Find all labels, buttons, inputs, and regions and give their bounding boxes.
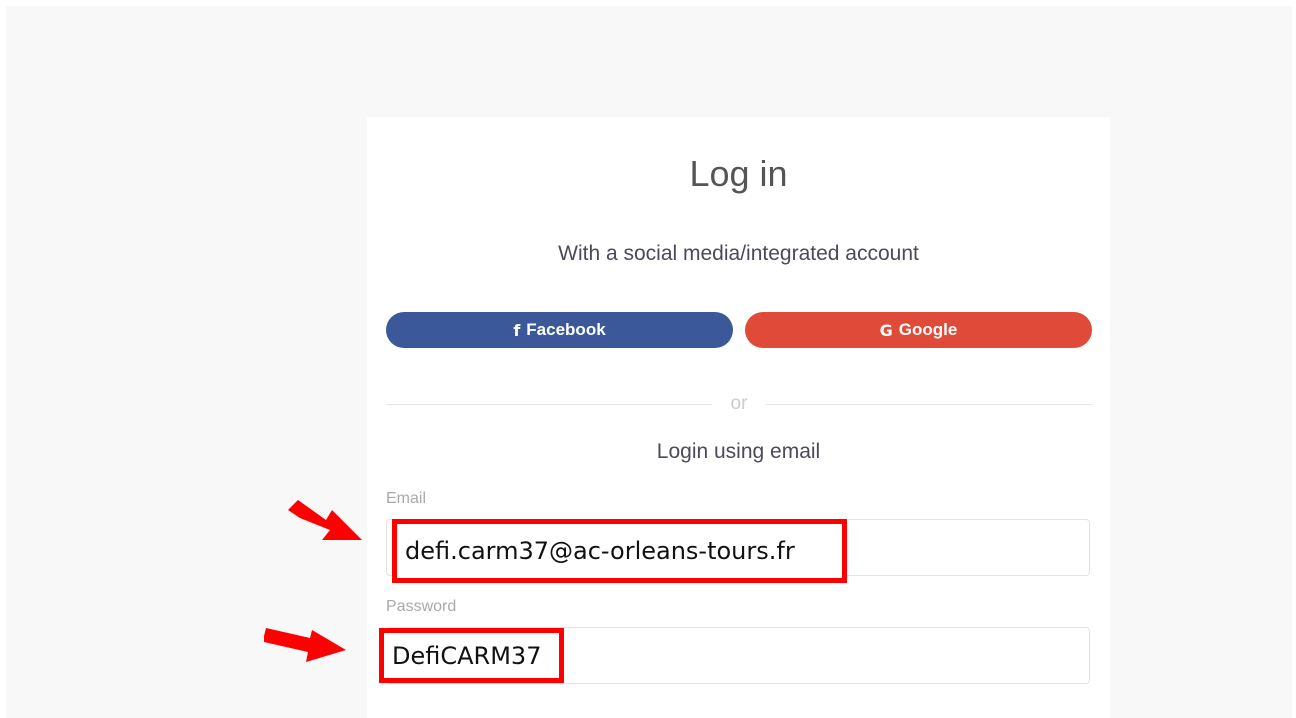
facebook-login-button[interactable]: f Facebook bbox=[386, 312, 733, 348]
email-label: Email bbox=[386, 490, 427, 507]
divider-or-text: or bbox=[730, 393, 748, 414]
page-title: Log in bbox=[689, 153, 788, 194]
facebook-icon: f bbox=[513, 320, 521, 340]
google-icon: G bbox=[879, 320, 893, 340]
password-label: Password bbox=[386, 598, 457, 615]
email-value: defi.carm37@ac-orleans-tours.fr bbox=[405, 537, 795, 565]
social-login-caption: With a social media/integrated account bbox=[558, 242, 919, 265]
divider-left bbox=[386, 404, 712, 405]
password-value: DefiCARM37 bbox=[392, 641, 542, 670]
google-button-label: Google bbox=[898, 320, 958, 339]
arrow-right-icon bbox=[264, 628, 346, 662]
divider-right bbox=[766, 404, 1092, 405]
facebook-button-label: Facebook bbox=[526, 320, 606, 339]
arrow-right-icon bbox=[288, 500, 362, 540]
email-value-highlight[interactable]: defi.carm37@ac-orleans-tours.fr bbox=[392, 519, 847, 583]
password-value-highlight[interactable]: DefiCARM37 bbox=[379, 628, 564, 683]
email-login-caption: Login using email bbox=[656, 440, 821, 463]
google-login-button[interactable]: G Google bbox=[745, 312, 1092, 348]
